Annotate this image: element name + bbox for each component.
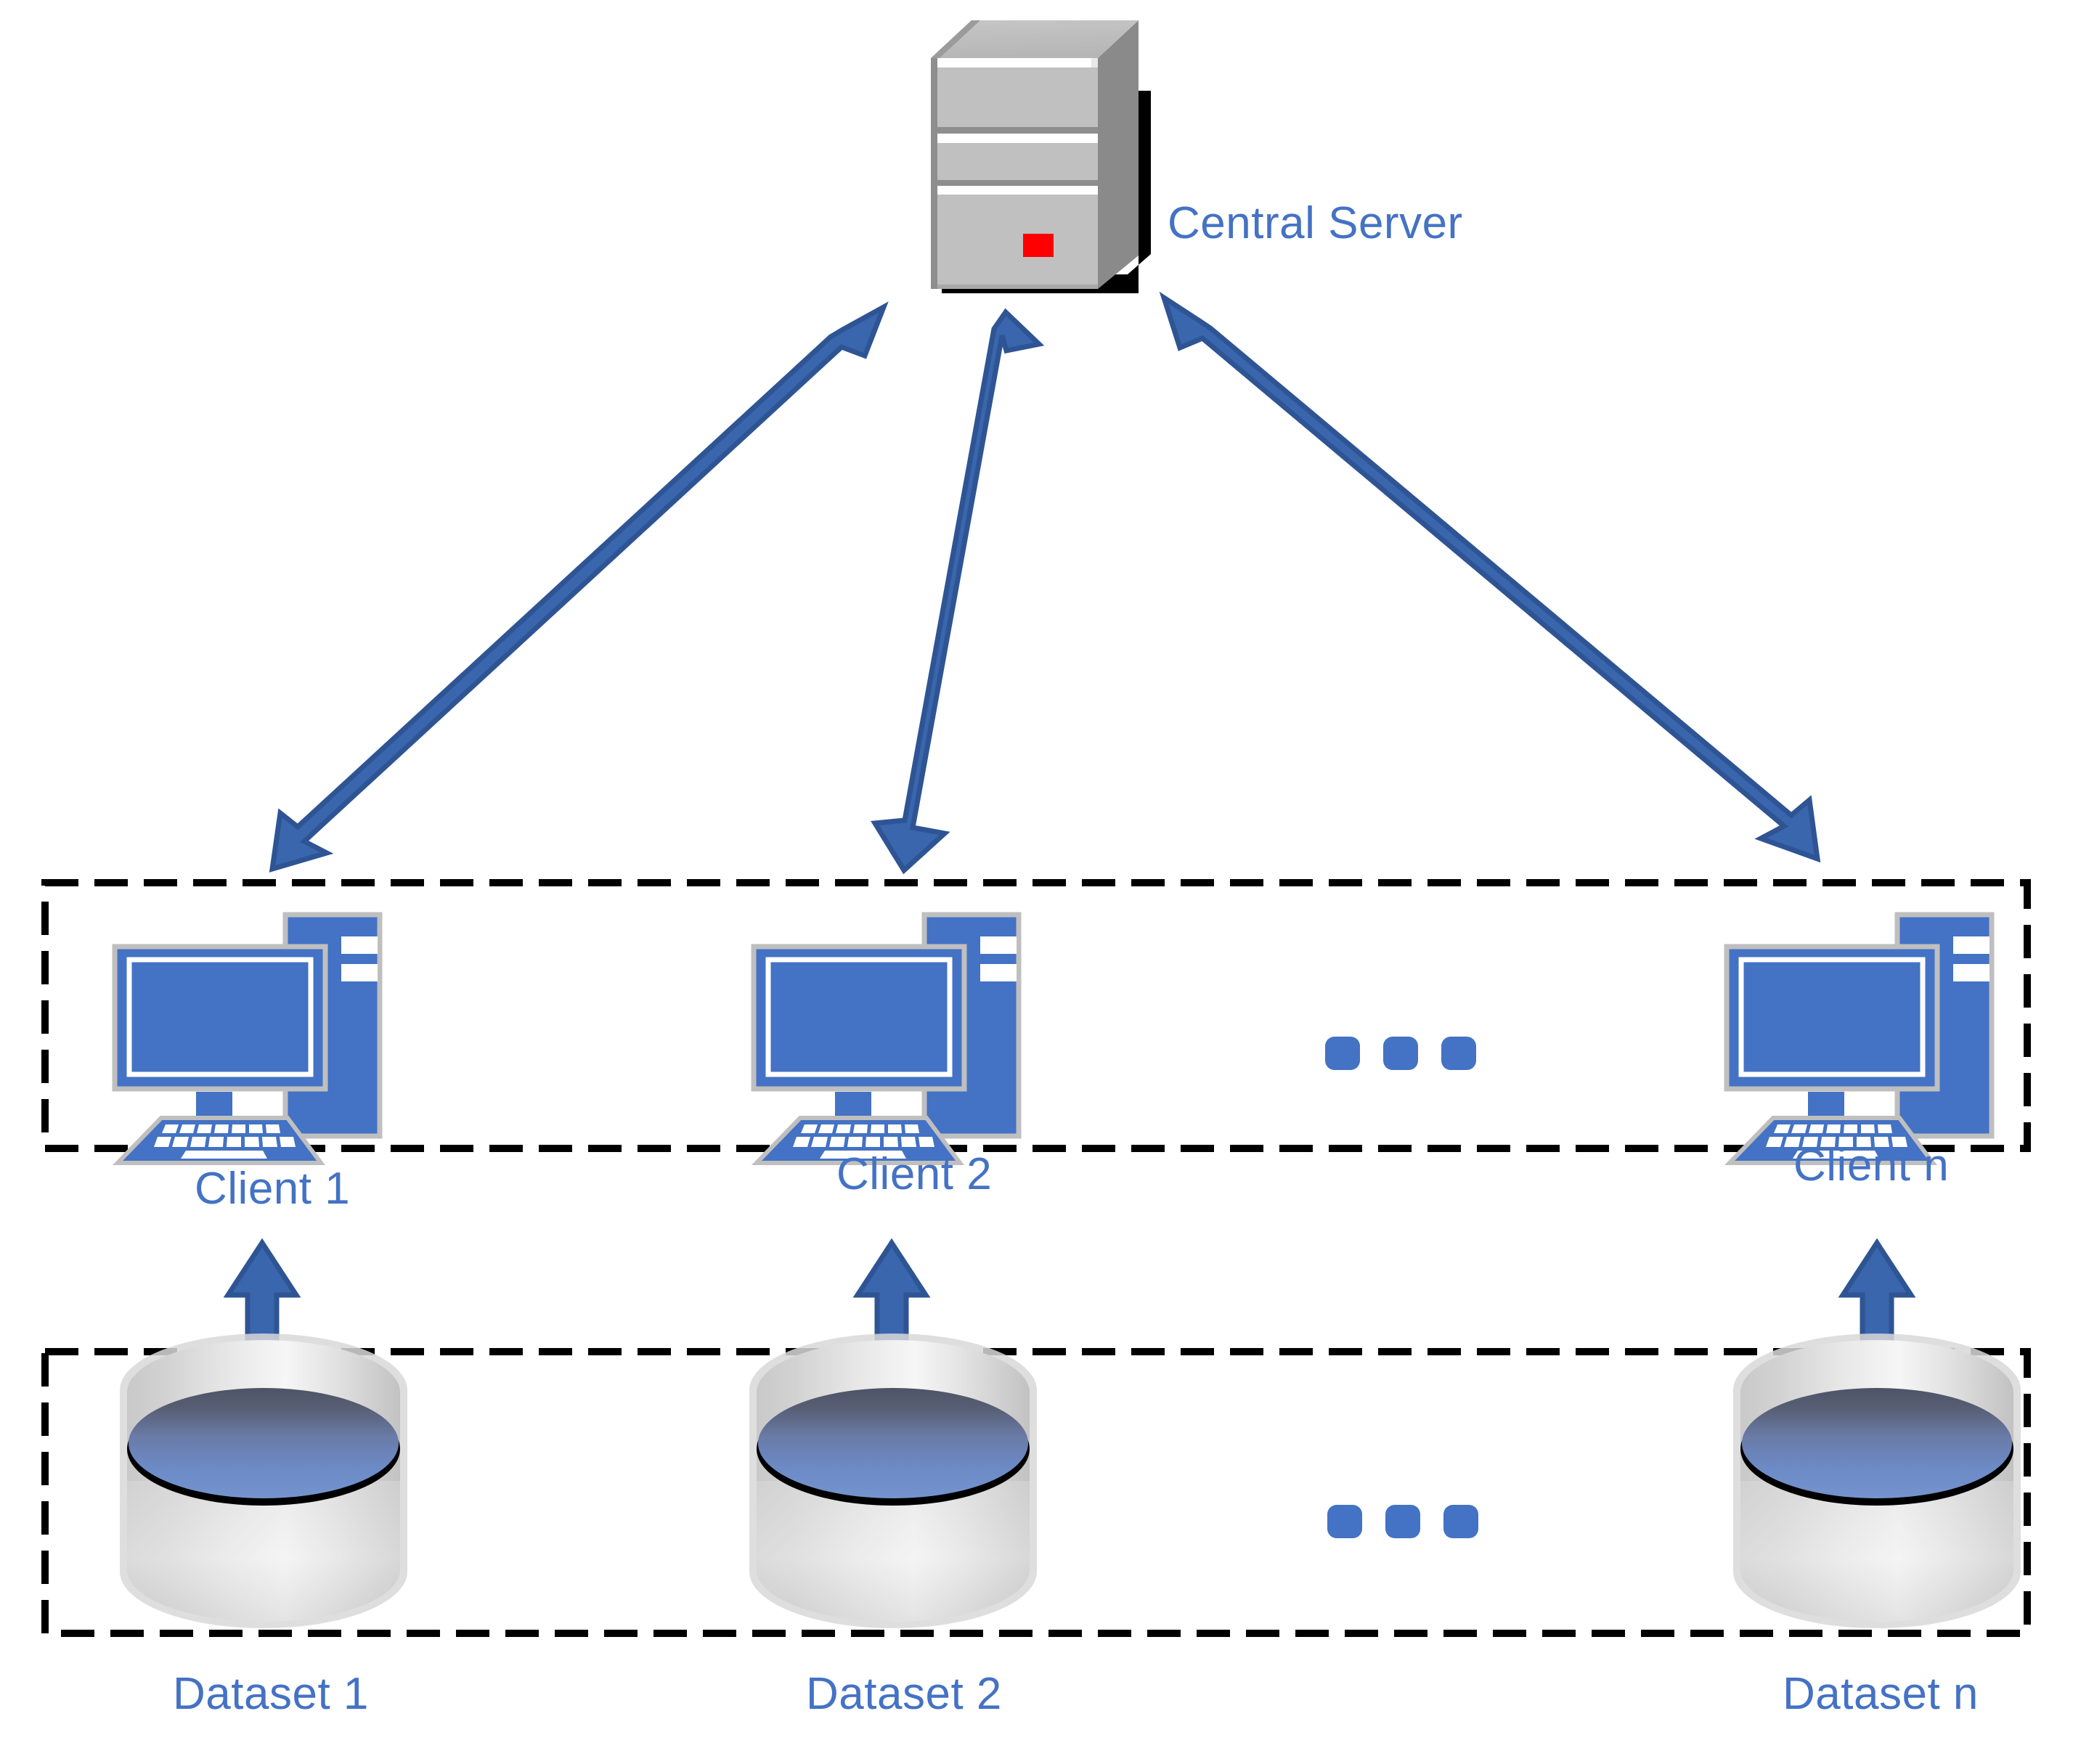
client-1-label: Client 1 (195, 1164, 351, 1214)
client-1-computer-icon (112, 912, 383, 1165)
dataset-2-label: Dataset 2 (806, 1669, 1002, 1719)
dataset-n-label: Dataset n (1783, 1669, 1979, 1719)
dataset-2-database-icon (749, 1334, 1037, 1628)
diagram-graphics (41, 20, 2031, 1637)
client-n-computer-icon (1724, 912, 1995, 1165)
arrow-server-client-n (1159, 291, 1821, 863)
power-led-icon (1023, 234, 1054, 257)
client-2-label: Client 2 (836, 1149, 993, 1199)
client-2-computer-icon (751, 912, 1022, 1165)
central-server-label: Central Server (1168, 198, 1463, 248)
arrow-server-client-2 (871, 308, 1045, 875)
diagram-canvas: Central Server Client 1 Client 2 Client … (0, 0, 2073, 1764)
central-server-icon (931, 20, 1151, 293)
client-n-label: Client n (1793, 1140, 1950, 1191)
clients-ellipsis-icon (1325, 1037, 1476, 1070)
dataset-n-database-icon (1733, 1334, 2021, 1628)
dataset-1-label: Dataset 1 (173, 1669, 369, 1719)
dataset-1-database-icon (120, 1334, 407, 1628)
arrow-server-client-1 (269, 301, 889, 873)
datasets-ellipsis-icon (1327, 1505, 1478, 1538)
